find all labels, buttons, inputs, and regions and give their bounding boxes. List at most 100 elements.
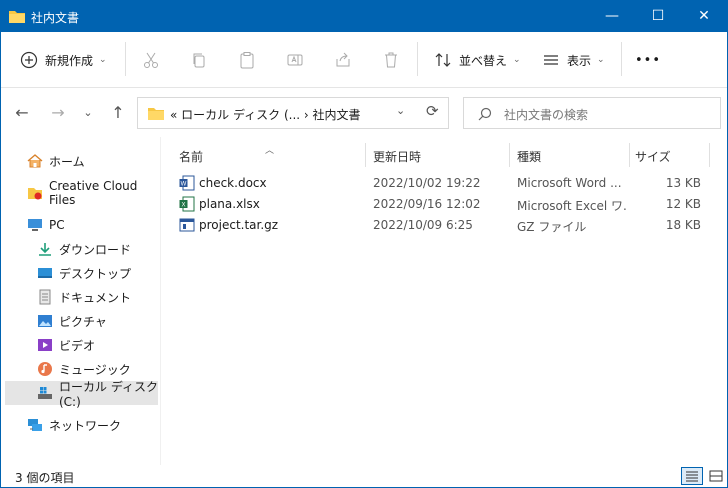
details-view-icon: [686, 471, 698, 482]
item-count: 3 個の項目: [15, 471, 75, 485]
close-button[interactable]: ✕: [681, 1, 727, 32]
maximize-button[interactable]: ☐: [635, 1, 681, 32]
sidebar-item-network[interactable]: ネットワーク: [5, 413, 158, 437]
recent-locations-button[interactable]: ⌄: [75, 99, 101, 125]
new-button[interactable]: 新規作成 ⌄: [19, 44, 107, 76]
share-button[interactable]: [333, 44, 353, 76]
sidebar-item-pc[interactable]: PC: [5, 213, 158, 237]
rename-icon: [285, 50, 305, 70]
home-icon: [27, 153, 43, 169]
file-name: project.tar.gz: [199, 218, 279, 232]
column-divider[interactable]: [709, 143, 710, 167]
rename-button[interactable]: [285, 44, 305, 76]
svg-text:X: X: [181, 203, 185, 209]
file-size: 12 KB: [665, 197, 701, 211]
delete-button[interactable]: [381, 44, 401, 76]
column-header-label: 更新日時: [373, 150, 422, 164]
view-button[interactable]: 表示 ⌄: [541, 44, 605, 76]
minimize-button[interactable]: —: [589, 1, 635, 32]
drive-icon: [37, 385, 53, 401]
column-divider[interactable]: [509, 143, 510, 167]
forward-button[interactable]: →: [45, 99, 71, 125]
file-date: 2022/10/09 6:25: [373, 218, 473, 232]
large-icons-view-button[interactable]: [705, 467, 727, 485]
file-list: 名前 ︿ 更新日時 種類 サイズ W check.docx 2022/10/02…: [161, 137, 727, 465]
sidebar-item-pictures[interactable]: ピクチャ: [5, 309, 158, 333]
column-divider[interactable]: [629, 143, 630, 167]
sidebar-item-documents[interactable]: ドキュメント: [5, 285, 158, 309]
cut-button[interactable]: [141, 44, 161, 76]
file-size: 18 KB: [665, 218, 701, 232]
more-icon: •••: [635, 52, 662, 68]
column-divider[interactable]: [365, 143, 366, 167]
file-type: Microsoft Word ...: [517, 176, 622, 190]
sort-button[interactable]: 並べ替え ⌄: [433, 44, 521, 76]
file-type: GZ ファイル: [517, 220, 587, 234]
file-explorer-window: 社内文書 — ☐ ✕ 新規作成 ⌄ 並べ替え ⌄ 表示 ⌄ ••• ← → ⌄ …: [0, 0, 728, 488]
sidebar-item-videos[interactable]: ビデオ: [5, 333, 158, 357]
chevron-down-icon: ⌄: [513, 55, 521, 65]
sort-icon: [433, 50, 453, 70]
command-bar: 新規作成 ⌄ 並べ替え ⌄ 表示 ⌄ •••: [1, 32, 727, 88]
search-box[interactable]: 社内文書の検索: [463, 97, 721, 129]
title-bar[interactable]: 社内文書 — ☐ ✕: [1, 1, 727, 32]
sidebar-item-label: ドキュメント: [59, 290, 132, 305]
up-button[interactable]: ↑: [105, 99, 131, 125]
network-icon: [27, 417, 43, 433]
chevron-down-icon: ⌄: [99, 55, 107, 65]
excel-file-icon: X: [179, 196, 195, 212]
table-row[interactable]: W check.docx 2022/10/02 19:22 Microsoft …: [175, 173, 715, 194]
column-header-name[interactable]: 名前 ︿: [179, 145, 359, 169]
pc-icon: [27, 217, 43, 233]
sidebar-item-local-disk[interactable]: ローカル ディスク (C:): [5, 380, 158, 409]
sidebar-item-label: ビデオ: [59, 338, 96, 353]
sidebar-item-downloads[interactable]: ダウンロード: [5, 237, 158, 261]
refresh-icon[interactable]: ⟳: [426, 102, 439, 120]
sidebar-item-label: ローカル ディスク (C:): [59, 379, 158, 409]
documents-icon: [37, 289, 53, 305]
large-icons-view-icon: [709, 470, 723, 482]
navigation-bar: ← → ⌄ ↑ « ローカル ディスク (... › 社内文書 ⌄ ⟳ 社内文書…: [1, 89, 727, 137]
search-input[interactable]: 社内文書の検索: [504, 106, 588, 123]
details-view-button[interactable]: [681, 467, 703, 485]
arrow-right-icon: →: [51, 102, 65, 122]
sidebar-item-home[interactable]: ホーム: [5, 149, 158, 173]
file-type: Microsoft Excel ワ...: [517, 199, 627, 213]
back-button[interactable]: ←: [9, 99, 35, 125]
arrow-up-icon: ↑: [111, 102, 125, 122]
music-icon: [37, 361, 53, 377]
sidebar-item-desktop[interactable]: デスクトップ: [5, 261, 158, 285]
file-date: 2022/09/16 12:02: [373, 197, 481, 211]
view-label: 表示: [567, 53, 592, 68]
sidebar-item-label: ダウンロード: [59, 242, 132, 257]
table-row[interactable]: project.tar.gz 2022/10/09 6:25 GZ ファイル 1…: [175, 215, 715, 236]
column-header-size[interactable]: サイズ: [635, 145, 705, 169]
desktop-icon: [37, 265, 53, 281]
paste-icon: [237, 50, 257, 70]
paste-button[interactable]: [237, 44, 257, 76]
chevron-down-icon[interactable]: ⌄: [396, 104, 405, 117]
sidebar-item-label: ミュージック: [59, 362, 131, 377]
address-path[interactable]: « ローカル ディスク (... › 社内文書: [170, 106, 361, 123]
more-button[interactable]: •••: [635, 44, 661, 76]
archive-file-icon: [179, 218, 195, 232]
file-name: check.docx: [199, 176, 267, 190]
column-header-date[interactable]: 更新日時: [373, 145, 503, 169]
view-icon: [541, 50, 561, 70]
download-icon: [37, 241, 53, 257]
window-title: 社内文書: [31, 11, 80, 25]
column-header-type[interactable]: 種類: [517, 145, 627, 169]
copy-button[interactable]: [189, 44, 209, 76]
word-file-icon: W: [179, 175, 195, 191]
file-date: 2022/10/02 19:22: [373, 176, 481, 190]
search-icon: [478, 107, 492, 121]
new-label: 新規作成: [45, 53, 94, 68]
sidebar-item-label: ネットワーク: [49, 418, 122, 433]
table-row[interactable]: X plana.xlsx 2022/09/16 12:02 Microsoft …: [175, 194, 715, 215]
folder-icon: [9, 11, 25, 23]
arrow-left-icon: ←: [15, 102, 29, 122]
chevron-down-icon: ⌄: [597, 55, 605, 65]
sidebar-item-creative-cloud[interactable]: Creative Cloud Files: [5, 179, 158, 207]
share-icon: [333, 50, 353, 70]
address-bar[interactable]: « ローカル ディスク (... › 社内文書 ⌄ ⟳: [137, 97, 449, 129]
